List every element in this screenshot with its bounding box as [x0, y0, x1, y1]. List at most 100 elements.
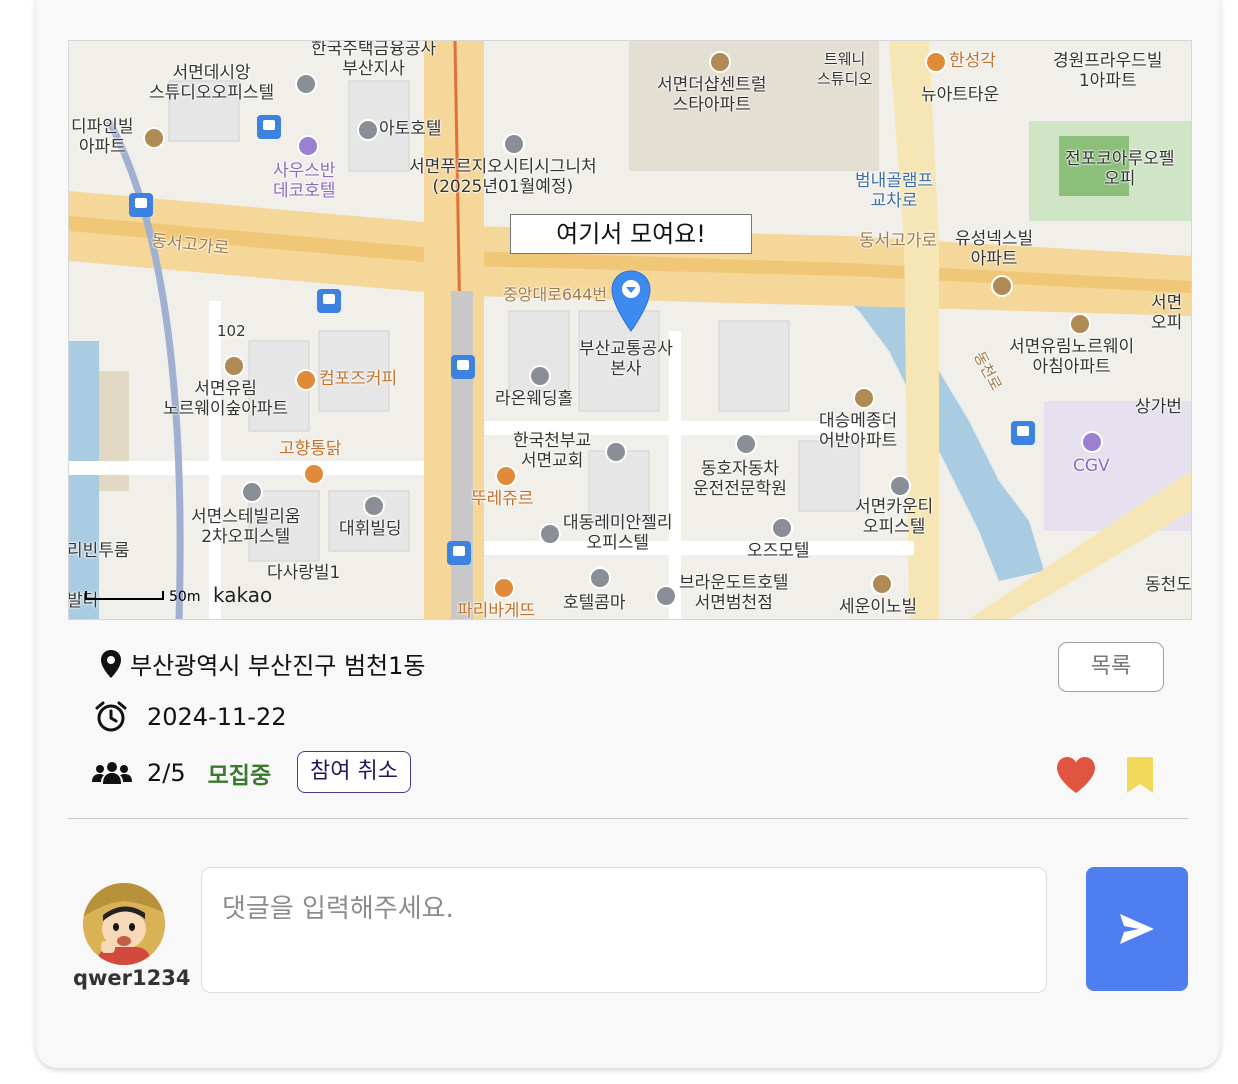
address-row: 부산광역시 부산진구 범천1동 — [100, 646, 426, 681]
building-icon — [539, 523, 561, 545]
building-icon — [503, 133, 525, 155]
map-label: 부산교통공사 본사 — [579, 339, 673, 379]
map-label: 다사랑빌1 — [267, 563, 341, 583]
send-icon — [1120, 914, 1154, 944]
map-label: 서면유림 노르웨이숲아파트 — [163, 379, 289, 419]
hotel-icon — [297, 135, 319, 157]
map-label: 대동레미안젤리 오피스텔 — [563, 513, 673, 553]
participants-row: 2/5 모집중 — [92, 756, 271, 790]
map-label: 상가번 — [1135, 397, 1182, 417]
hotel-icon — [589, 567, 611, 589]
map-label: 한국천부교 서면교회 — [513, 431, 592, 471]
cancel-participation-button[interactable]: 참여 취소 — [297, 751, 411, 793]
location-pin-icon — [101, 649, 121, 678]
bakery-icon — [493, 577, 515, 599]
alarm-clock-icon — [95, 701, 127, 732]
restaurant-icon — [303, 463, 325, 485]
building-icon — [241, 481, 263, 503]
meeting-date: 2024-11-22 — [147, 703, 287, 731]
map-label: 컴포즈커피 — [319, 369, 398, 389]
map-label: CGV — [1073, 456, 1110, 476]
map-label: 서면푸르지오시티시그니처 (2025년01월예정) — [409, 157, 597, 197]
map-label: 서면 오피 — [1151, 293, 1183, 333]
apartment-icon — [143, 127, 165, 149]
map-road-label: 동서고가로 — [859, 231, 938, 251]
bus-stop-icon[interactable] — [129, 193, 153, 217]
map-label: 디파인빌 아파트 — [71, 117, 134, 157]
map-label: 유성넥스빌 아파트 — [955, 229, 1034, 269]
hotel-icon — [771, 517, 793, 539]
apartment-icon — [709, 51, 731, 73]
heart-icon[interactable] — [1055, 755, 1097, 795]
recruit-status: 모집중 — [207, 763, 272, 789]
map-label: 서면유림노르웨이 아침아파트 — [1009, 337, 1135, 377]
map-label: 뚜레쥬르 — [471, 489, 534, 509]
cafe-icon — [295, 369, 317, 391]
hotel-icon — [655, 585, 677, 607]
map-label: 한성각 — [949, 51, 996, 71]
comment-username: qwer1234 — [73, 966, 191, 990]
school-icon — [735, 433, 757, 455]
map-label: 아토호텔 — [379, 119, 442, 139]
apartment-icon — [223, 355, 245, 377]
map-label: 대휘빌딩 — [339, 519, 402, 539]
map-label: 경원프라우드빌 1아파트 — [1053, 51, 1163, 91]
map-label: 호텔콤마 — [563, 593, 626, 613]
map-label: 동호자동차 운전전문학원 — [693, 459, 787, 499]
avatar-image — [83, 883, 165, 965]
list-button[interactable]: 목록 — [1058, 642, 1164, 692]
map-label: 102 — [217, 322, 246, 340]
map-scale-label: 50m — [169, 589, 201, 605]
apartment-icon — [1069, 313, 1091, 335]
bus-stop-icon[interactable] — [317, 289, 341, 313]
building-icon — [363, 495, 385, 517]
cinema-icon — [1081, 431, 1103, 453]
date-row: 2024-11-22 — [94, 700, 286, 734]
wedding-hall-icon — [529, 365, 551, 387]
map-label: 뉴아트타운 — [921, 85, 1000, 105]
map-label: 대승메종더 어반아파트 — [819, 411, 898, 451]
apartment-icon — [991, 275, 1013, 297]
map-label: 동천도 — [1145, 575, 1192, 595]
building-icon — [295, 73, 317, 95]
send-button[interactable] — [1086, 867, 1188, 991]
participant-count: 2/5 — [147, 759, 186, 787]
map-label: 고향통닭 — [279, 439, 342, 459]
map-marker-icon[interactable] — [610, 269, 652, 337]
address-text: 부산광역시 부산진구 범천1동 — [130, 652, 426, 680]
apartment-icon — [853, 387, 875, 409]
comment-input[interactable] — [201, 867, 1047, 993]
avatar — [83, 883, 165, 965]
divider — [68, 818, 1188, 819]
restaurant-icon — [925, 51, 947, 73]
bus-stop-icon[interactable] — [257, 115, 281, 139]
map-label: 범내골램프 교차로 — [855, 171, 934, 211]
map-infowindow: 여기서 모여요! — [510, 214, 752, 254]
building-icon — [889, 475, 911, 497]
users-icon — [92, 762, 132, 784]
map-road-label: 중앙대로644번 — [503, 285, 608, 304]
bus-stop-icon[interactable] — [447, 541, 471, 565]
bus-stop-icon[interactable] — [451, 355, 475, 379]
map-label: 라온웨딩홀 — [495, 389, 574, 409]
bus-stop-icon[interactable] — [1011, 421, 1035, 445]
map-label: 서면스테빌리움 2차오피스텔 — [191, 507, 301, 547]
apartment-icon — [871, 573, 893, 595]
map-label: 오즈모텔 — [747, 541, 810, 561]
map-label: 세운이노빌 — [839, 597, 918, 617]
map-label: 서면데시앙 스튜디오오피스텔 — [149, 63, 275, 103]
bakery-icon — [495, 465, 517, 487]
kakao-map[interactable]: 서면데시앙 스튜디오오피스텔 한국주택금융공사 부산지사 아토호텔 서면더샵센트럴 스… — [68, 40, 1192, 620]
map-label: 리빈투룸 — [68, 541, 130, 561]
map-provider-logo: kakao — [213, 583, 273, 607]
map-label: 트웨니 스튜디오 — [817, 50, 873, 88]
map-label: 파리바게뜨 — [457, 601, 536, 620]
map-label: 전포코아루오펠 오피 — [1065, 149, 1175, 189]
bookmark-icon[interactable] — [1125, 756, 1155, 794]
map-label: 서면카운티 오피스텔 — [855, 497, 934, 537]
map-label: 브라운도트호텔 서면범천점 — [679, 573, 789, 613]
map-label: 사우스반 데코호텔 — [273, 161, 336, 201]
map-label: 한국주택금융공사 부산지사 — [311, 40, 437, 79]
hotel-icon — [357, 119, 379, 141]
map-label: 서면더샵센트럴 스타아파트 — [657, 75, 767, 115]
